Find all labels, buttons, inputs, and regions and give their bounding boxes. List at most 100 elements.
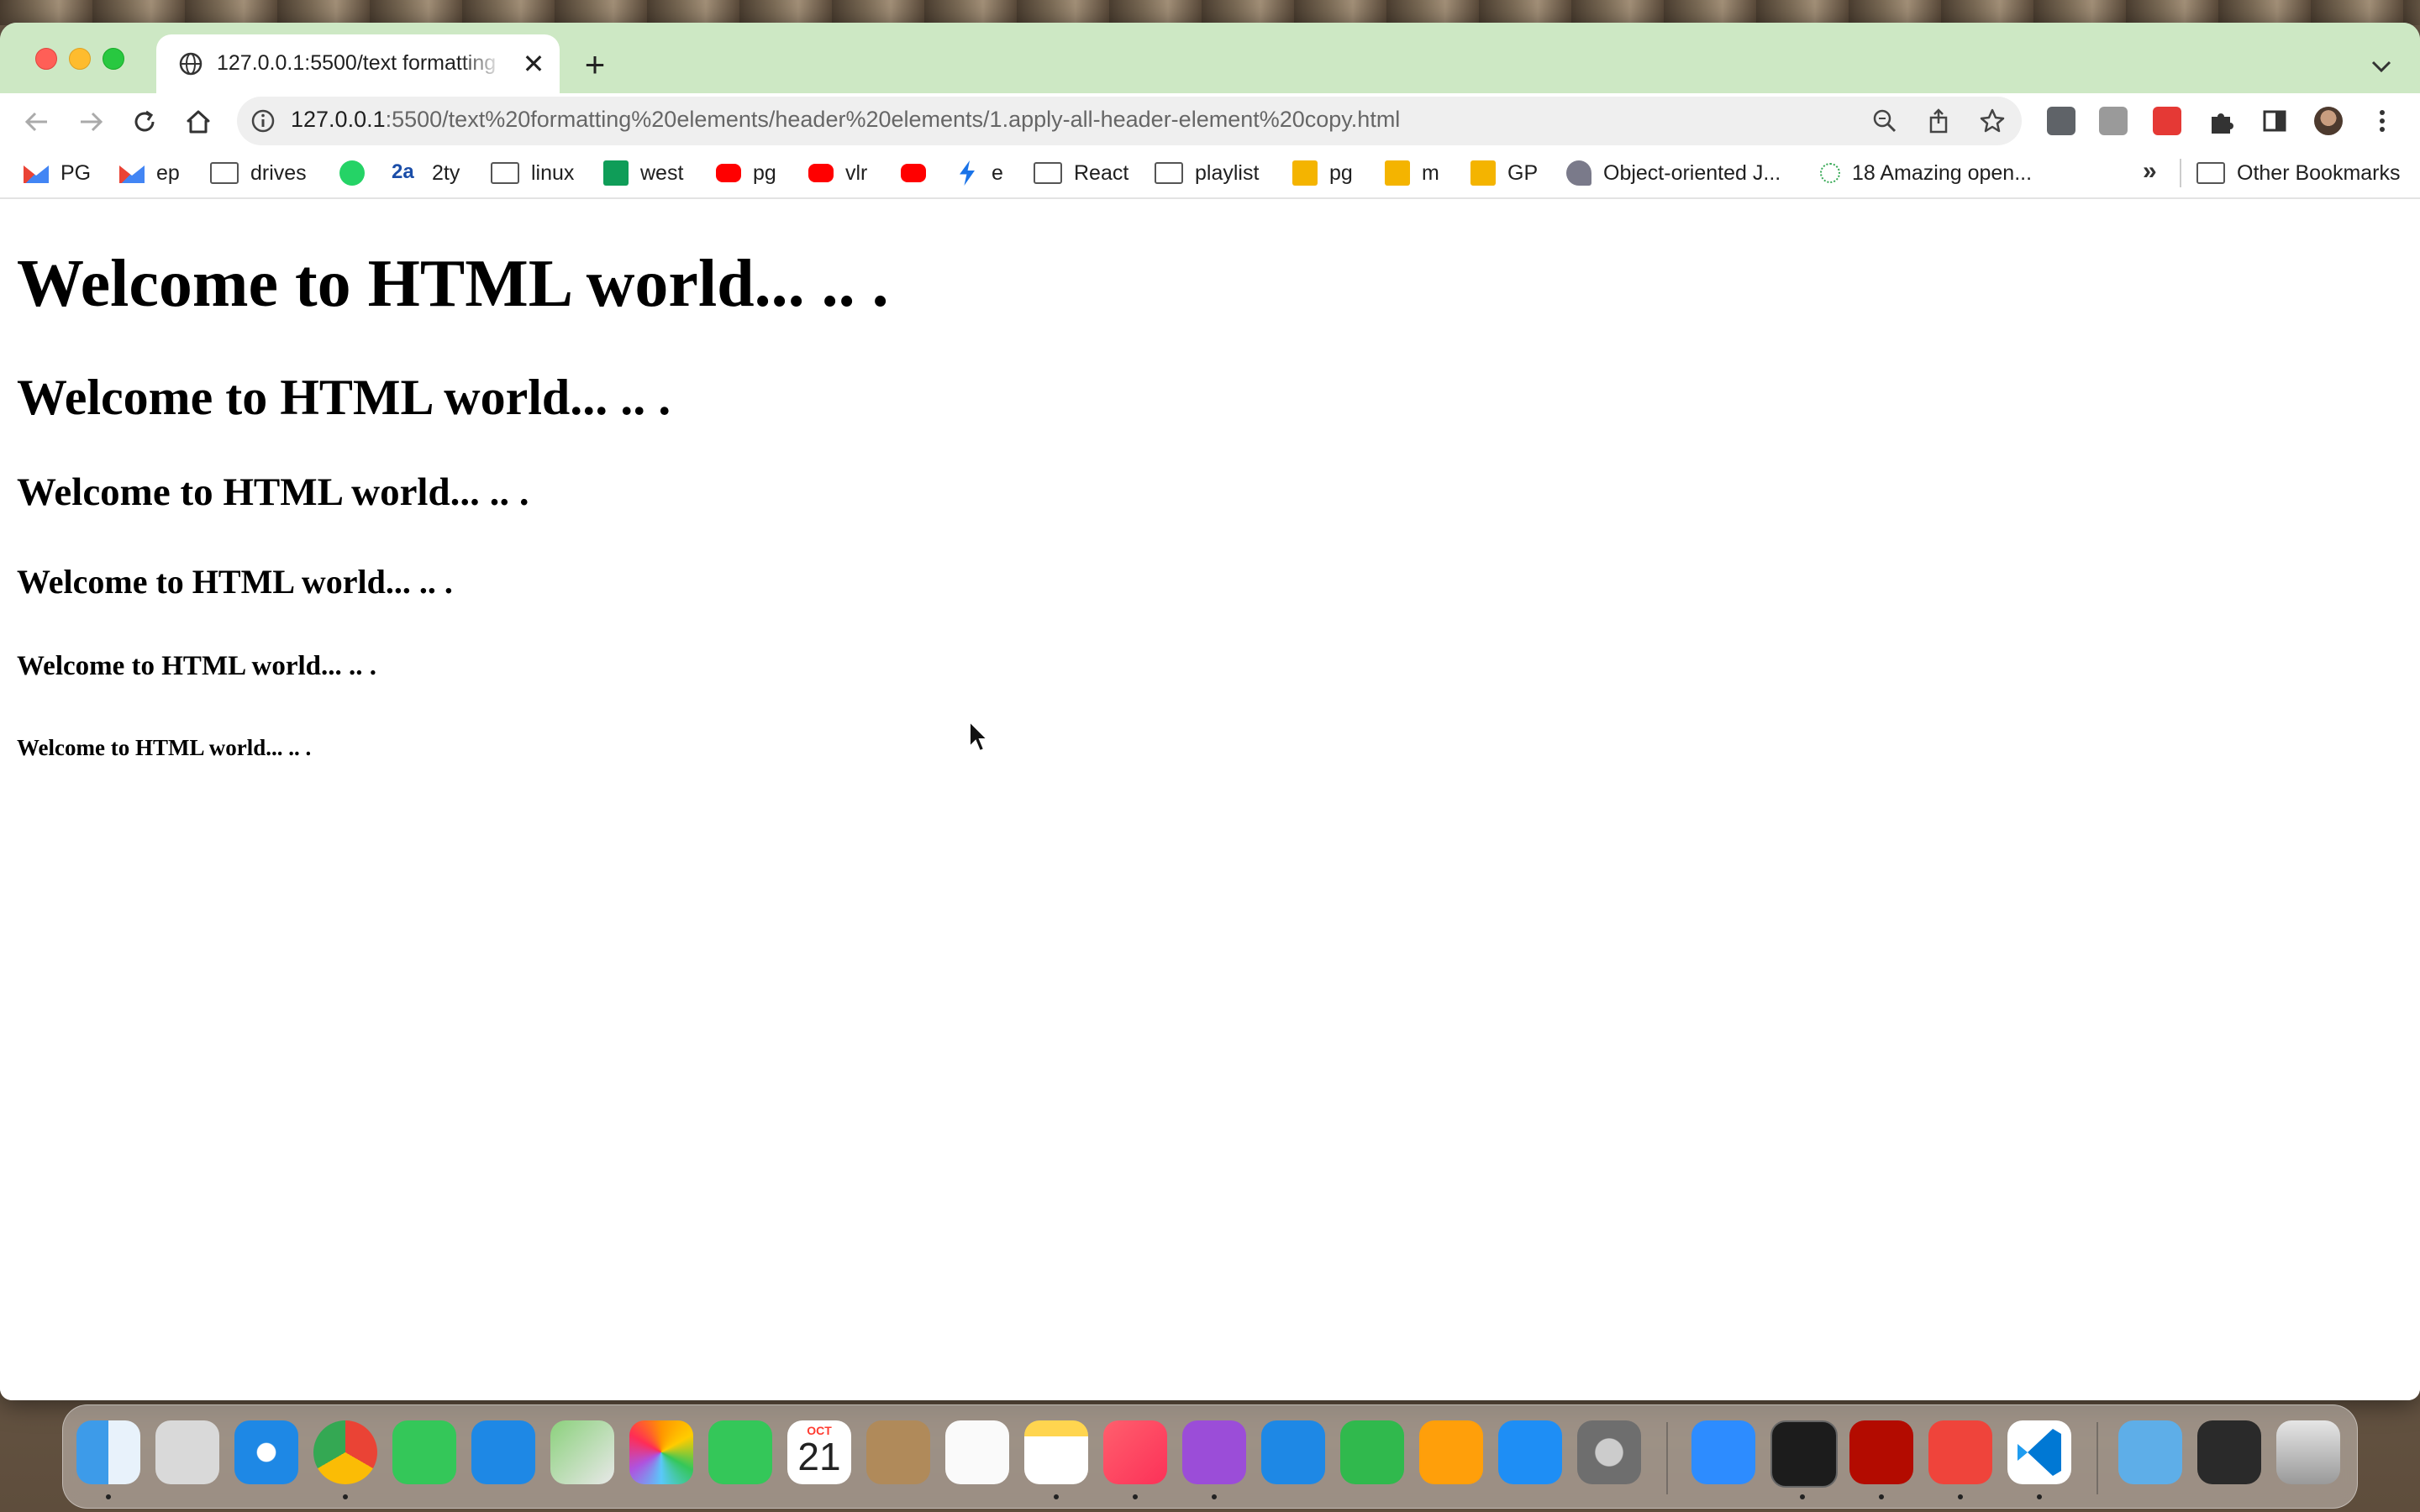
address-bar[interactable]: 127.0.0.1:5500/text%20formatting%20eleme… [237,97,2022,145]
podcasts-icon[interactable] [1182,1420,1246,1484]
bookmark-item[interactable]: m [1385,159,1439,187]
pages-icon[interactable] [1419,1420,1483,1484]
downloads-folder-icon[interactable] [2118,1420,2182,1484]
bookmark-item[interactable]: playlist [1155,159,1259,187]
running-indicator [1133,1494,1138,1499]
running-indicator [343,1494,348,1499]
running-indicator [1958,1494,1963,1499]
notes-icon[interactable] [1024,1420,1088,1484]
launchpad-icon[interactable] [155,1420,219,1484]
loading-icon [1820,163,1840,183]
bookmark-item[interactable]: React [1034,159,1128,187]
heading-h6: Welcome to HTML world... .. . [17,735,312,760]
bookmark-label: e [992,160,1003,185]
bookmark-item[interactable] [339,159,376,187]
chevron-down-icon[interactable] [2366,51,2396,81]
mail-icon[interactable] [471,1420,535,1484]
new-tab-button[interactable]: + [576,47,613,85]
heading-h1: Welcome to HTML world... .. . [17,247,889,321]
gmail-icon [119,165,145,183]
bookmark-item[interactable]: e [955,159,1003,187]
bookmark-item[interactable]: pg [1292,159,1353,187]
url-text[interactable]: 127.0.0.1:5500/text%20formatting%20eleme… [291,107,1400,133]
anydesk-icon[interactable] [1928,1420,1992,1484]
bookmark-label: m [1422,160,1439,185]
bookmarks-overflow-button[interactable]: » [2143,157,2157,186]
pocket-icon[interactable] [2153,107,2181,135]
bookmark-item[interactable]: linux [491,159,574,187]
reminders-icon[interactable] [945,1420,1009,1484]
tab-active[interactable]: 127.0.0.1:5500/text formatting elements/… [156,34,560,93]
window-maximize-button[interactable] [103,48,124,70]
star-icon[interactable] [1978,107,2007,135]
trash-icon[interactable] [2276,1420,2340,1484]
finder-icon[interactable] [76,1420,140,1484]
folder-icon [1034,162,1062,184]
bookmark-item[interactable] [901,159,938,187]
acrobat-icon[interactable] [1849,1420,1913,1484]
avatar[interactable] [2314,107,2343,135]
window-minimize-button[interactable] [69,48,91,70]
close-icon[interactable]: ✕ [519,50,548,78]
youtube-icon [716,164,741,182]
vscode-icon[interactable] [2007,1420,2071,1484]
url-path: :5500/text%20formatting%20elements/heade… [385,107,1401,132]
bookmark-item[interactable]: GP [1470,159,1538,187]
safari-icon[interactable] [234,1420,298,1484]
contacts-icon[interactable] [866,1420,930,1484]
window-close-button[interactable] [35,48,57,70]
back-arrow-icon[interactable] [20,105,54,139]
bookmark-label: west [640,160,684,185]
zoom-icon[interactable] [1870,107,1899,135]
puzzle-icon[interactable] [2207,107,2235,135]
dock: OCT 21 [62,1404,2358,1509]
bookmark-item[interactable]: 2a 2ty [392,159,460,187]
terminal-icon[interactable] [1770,1420,1838,1488]
messages-icon[interactable] [392,1420,456,1484]
screenshot-icon[interactable] [2197,1420,2261,1484]
facetime-icon[interactable] [708,1420,772,1484]
app-store-icon[interactable] [1498,1420,1562,1484]
bookmark-label: GP [1507,160,1539,185]
extension-icon[interactable] [2099,107,2128,135]
youtube-icon [808,164,834,182]
share-icon[interactable] [1924,107,1953,135]
reload-icon[interactable] [128,105,161,139]
calendar-icon[interactable]: OCT 21 [787,1420,851,1484]
bookmark-item[interactable]: Object-oriented J... [1566,159,1781,187]
bookmark-label: PG [60,160,92,185]
running-indicator [1054,1494,1059,1499]
running-indicator [106,1494,111,1499]
maps-icon[interactable] [550,1420,614,1484]
chrome-icon[interactable] [313,1420,377,1484]
other-bookmarks[interactable]: Other Bookmarks [2196,159,2401,187]
sidepanel-icon[interactable] [2260,107,2289,135]
system-settings-icon[interactable] [1577,1420,1641,1484]
bookmark-item[interactable]: PG [24,159,91,187]
bookmark-item[interactable]: west [603,159,683,187]
bookmark-item[interactable]: drives [210,159,307,187]
bookmark-label: vlr [845,160,868,185]
heading-h4: Welcome to HTML world... .. . [17,563,453,601]
forward-arrow-icon[interactable] [74,105,108,139]
bookmark-item[interactable]: ep [119,159,180,187]
bookmark-label: pg [1329,160,1353,185]
bookmark-item[interactable]: pg [716,159,776,187]
kebab-menu-icon[interactable] [2368,107,2396,135]
keynote-icon[interactable] [1261,1420,1325,1484]
running-indicator [2037,1494,2042,1499]
photos-icon[interactable] [629,1420,693,1484]
bookmark-item[interactable]: vlr [808,159,867,187]
bookmark-item[interactable]: 18 Amazing open... [1820,159,2032,187]
numbers-icon[interactable] [1340,1420,1404,1484]
extension-icon[interactable] [2047,107,2075,135]
bookmarks-bar: PG ep drives 2a 2ty linux west pg vlr e R… [0,147,2420,199]
folder-icon [210,162,239,184]
music-icon[interactable] [1103,1420,1167,1484]
info-icon[interactable] [249,107,277,135]
zoom-app-icon[interactable] [1691,1420,1755,1484]
folder-icon [491,162,519,184]
home-icon[interactable] [182,105,215,139]
bird-icon [1566,160,1591,186]
tab-title: 127.0.0.1:5500/text formatting elements/… [217,51,502,75]
